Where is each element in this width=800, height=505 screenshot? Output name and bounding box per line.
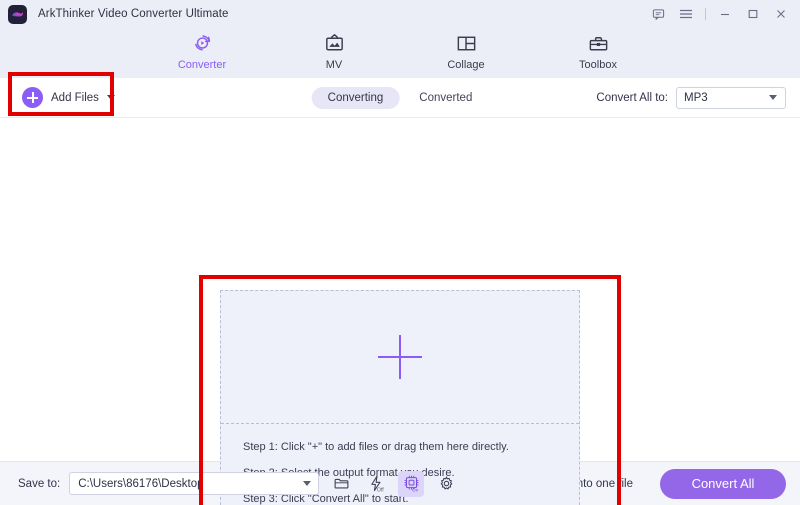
save-path-input[interactable]: C:\Users\86176\Desktop bbox=[69, 472, 320, 495]
title-bar: ArkThinker Video Converter Ultimate bbox=[0, 0, 800, 28]
chevron-down-icon[interactable] bbox=[303, 481, 312, 486]
output-format-value: MP3 bbox=[684, 91, 708, 104]
maximize-icon[interactable] bbox=[740, 3, 766, 25]
nav-tab-converter[interactable]: Converter bbox=[165, 28, 239, 71]
app-title: ArkThinker Video Converter Ultimate bbox=[38, 8, 229, 20]
output-format-select[interactable]: MP3 bbox=[676, 86, 786, 109]
tab-converted[interactable]: Converted bbox=[403, 87, 488, 109]
save-to-label: Save to: bbox=[18, 477, 61, 490]
collage-grid-icon bbox=[455, 30, 478, 56]
nav-tab-collage-label: Collage bbox=[447, 59, 485, 71]
svg-text:Off: Off bbox=[377, 487, 384, 493]
dropzone-add-area[interactable] bbox=[221, 291, 579, 424]
window-controls bbox=[645, 3, 794, 25]
nav-tab-mv-label: MV bbox=[325, 59, 343, 71]
hamburger-menu-icon[interactable] bbox=[673, 3, 699, 25]
save-path-value: C:\Users\86176\Desktop bbox=[78, 477, 204, 490]
chevron-down-icon[interactable] bbox=[106, 95, 115, 100]
add-files-label: Add Files bbox=[51, 91, 99, 104]
tab-converting[interactable]: Converting bbox=[311, 86, 400, 109]
gear-icon[interactable] bbox=[433, 471, 459, 497]
nav-tab-toolbox-label: Toolbox bbox=[579, 59, 617, 71]
status-tabs: Converting Converted bbox=[311, 86, 489, 109]
convert-all-button[interactable]: Convert All bbox=[660, 468, 786, 499]
chevron-down-icon bbox=[769, 95, 777, 100]
plus-circle-icon bbox=[22, 87, 43, 108]
nav-tab-toolbox[interactable]: Toolbox bbox=[561, 28, 635, 71]
nav-tab-mv[interactable]: MV bbox=[297, 28, 371, 71]
step-1: Step 1: Click "+" to add files or drag t… bbox=[243, 441, 509, 453]
convert-all-to-label: Convert All to: bbox=[596, 91, 668, 104]
mv-picture-icon bbox=[323, 30, 346, 56]
nav-tab-collage[interactable]: Collage bbox=[429, 28, 503, 71]
hardware-acceleration-toggle[interactable]: Off bbox=[363, 471, 389, 497]
controls-divider bbox=[705, 8, 706, 20]
toolbox-icon bbox=[587, 30, 610, 56]
action-toolbar: Add Files Converting Converted Convert A… bbox=[0, 78, 800, 118]
big-plus-icon[interactable] bbox=[378, 335, 422, 379]
svg-text:On: On bbox=[412, 488, 419, 493]
app-window: ArkThinker Video Converter Ultimate Conv… bbox=[0, 0, 800, 505]
converter-circle-play-icon bbox=[191, 30, 214, 56]
nav-tab-converter-label: Converter bbox=[177, 59, 227, 71]
add-files-button[interactable]: Add Files bbox=[20, 84, 121, 111]
gpu-acceleration-toggle[interactable]: On bbox=[398, 470, 425, 497]
convert-all-to-group: Convert All to: MP3 bbox=[596, 86, 786, 109]
open-folder-button[interactable] bbox=[328, 471, 354, 497]
chat-bubble-icon[interactable] bbox=[645, 3, 671, 25]
main-content: Step 1: Click "+" to add files or drag t… bbox=[0, 118, 800, 505]
arkthinker-logo-icon bbox=[8, 4, 27, 24]
minimize-icon[interactable] bbox=[712, 3, 738, 25]
main-navigation: Converter MV Collage Toolbox bbox=[0, 28, 800, 78]
close-icon[interactable] bbox=[768, 3, 794, 25]
